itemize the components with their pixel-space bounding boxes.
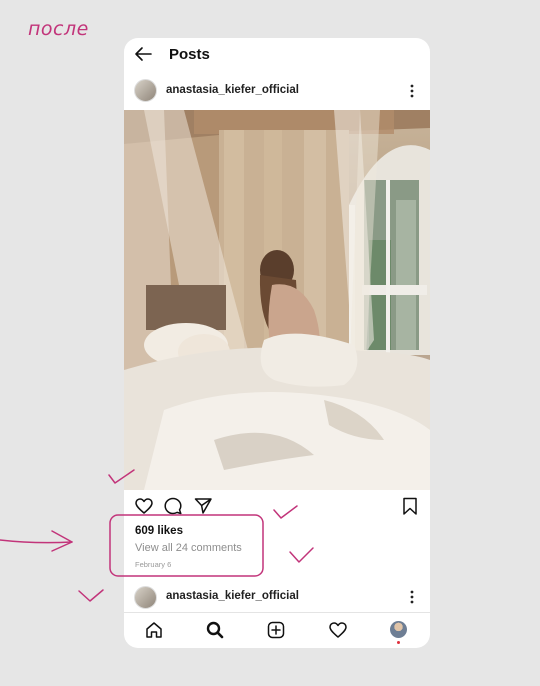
profile-avatar[interactable] [390,621,407,638]
post-photo[interactable] [124,110,430,490]
activity-heart-icon[interactable] [328,620,348,640]
add-post-icon[interactable] [266,620,286,640]
checkmark-4 [78,589,104,602]
next-post-header: anastasia_kiefer_official [124,582,430,612]
post-date: February 6 [135,560,172,569]
post-username[interactable]: anastasia_kiefer_official [166,84,299,96]
avatar[interactable] [134,79,157,102]
comment-icon[interactable] [163,496,183,516]
likes-count[interactable]: 609 likes [135,525,183,537]
annotation-arrow-head [51,530,73,552]
post-username[interactable]: anastasia_kiefer_official [166,590,299,602]
annotation-arrow-shaft [0,539,73,544]
heart-icon[interactable] [134,496,154,516]
share-icon[interactable] [193,496,213,516]
bookmark-icon[interactable] [400,496,420,516]
notification-dot [397,641,400,644]
more-options-icon[interactable] [406,82,418,100]
post-actions [124,496,430,518]
bottom-navigation [124,612,430,648]
phone-screen: Posts anastasia_kiefer_official 609 like… [124,38,430,648]
handwritten-annotation: после [28,18,89,40]
post-header: anastasia_kiefer_official [124,76,430,110]
arrow-left-icon[interactable] [133,44,153,64]
avatar[interactable] [134,586,157,609]
home-icon[interactable] [144,620,164,640]
top-bar: Posts [124,38,430,72]
photo-scene [124,110,430,490]
search-icon[interactable] [205,620,225,640]
more-options-icon[interactable] [406,588,418,606]
view-comments-link[interactable]: View all 24 comments [135,542,242,554]
page-title: Posts [169,46,210,63]
